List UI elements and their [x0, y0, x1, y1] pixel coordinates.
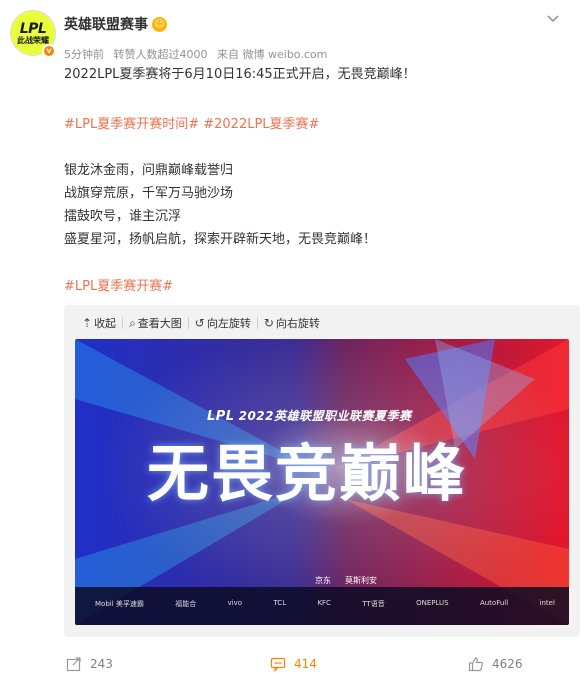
closing-hashtag-link[interactable]: #LPL夏季赛开赛# [64, 278, 173, 296]
repost-button[interactable]: 243 [66, 656, 113, 672]
poster-slogan: 无畏竞巅峰 [147, 437, 468, 510]
comment-count: 414 [294, 657, 317, 671]
rotate-left-button[interactable]: ↺ 向左旋转 [195, 315, 251, 331]
hashtag-links[interactable]: #LPL夏季赛开赛时间# #2022LPL夏季赛# [64, 116, 319, 134]
media-toolbar: ⇡ 收起 ⌕ 查看大图 ↺ 向左旋转 ↻ 向右旋转 [82, 315, 320, 331]
post-time[interactable]: 5分钟前 [64, 48, 104, 61]
toolbar-divider [256, 317, 258, 329]
chevron-down-icon [547, 15, 559, 23]
rotate-right-icon: ↻ [263, 316, 274, 330]
rotate-left-label: 向左旋转 [206, 317, 251, 330]
collapse-icon: ⇡ [82, 316, 93, 330]
media-viewer: ⇡ 收起 ⌕ 查看大图 ↺ 向左旋转 ↻ 向右旋转 LPL 2022英雄联盟职业… [64, 305, 580, 637]
sponsor-item: TT语音 [362, 600, 385, 608]
sponsor-item: AutoFull [479, 599, 509, 607]
post-meta: 5分钟前 转赞人数超过4000 来自 微博 weibo.com [64, 46, 333, 62]
comment-icon [270, 657, 286, 672]
poster-event-line: LPL 2022英雄联盟职业联赛夏季赛 [207, 407, 412, 424]
fan-badge-icon[interactable]: ☺ [152, 16, 167, 32]
poem-line-4: 盛夏星河，扬帆启航，探索开辟新天地，无畏竞巅峰！ [64, 232, 377, 247]
post-action-bar: 243 414 4626 [0, 650, 584, 680]
rotate-right-label: 向右旋转 [275, 317, 320, 330]
weibo-post-card: LPL 此战荣耀 v 英雄联盟赛事 ☺ 5分钟前 转赞人数超过4000 来自 微… [0, 0, 584, 689]
repost-icon [66, 657, 81, 672]
view-large-label: 查看大图 [137, 317, 182, 330]
avatar-logo-text: LPL [19, 20, 47, 37]
toolbar-divider [122, 317, 124, 329]
poem-line-1: 银龙沐金雨，问鼎巅峰载誉归 [64, 163, 234, 178]
avatar-subtext: 此战荣耀 [17, 35, 49, 45]
post-headline: 2022LPL夏季赛将于6月10日16:45正式开启，无畏竞巅峰！ [64, 67, 416, 82]
poster-sponsor-top: 京东 莫斯利安 [315, 575, 377, 586]
sponsor-item: 福能合 [175, 600, 197, 608]
verified-icon: v [42, 44, 56, 58]
poster-event-text: 2022英雄联盟职业联赛夏季赛 [238, 409, 412, 423]
thumbs-up-icon [468, 657, 483, 672]
zoom-icon: ⌕ [129, 315, 136, 330]
sponsor-item: vivo [227, 599, 243, 607]
sponsor-item: TCL [273, 599, 287, 607]
repost-count: 243 [90, 657, 113, 671]
more-options-button[interactable] [544, 12, 562, 26]
like-button[interactable]: 4626 [468, 656, 523, 672]
author-name[interactable]: 英雄联盟赛事 [64, 14, 148, 34]
rotate-right-button[interactable]: ↻ 向右旋转 [264, 315, 320, 331]
post-source[interactable]: 来自 微博 weibo.com [217, 48, 327, 61]
sponsor-item: ONEPLUS [416, 599, 449, 607]
toolbar-divider [187, 317, 189, 329]
sponsor-item: intel [539, 599, 555, 607]
collapse-button[interactable]: ⇡ 收起 [82, 315, 116, 331]
collapse-label: 收起 [94, 317, 117, 330]
sponsor-mosi: 莫斯利安 [345, 576, 377, 585]
view-large-button[interactable]: ⌕ 查看大图 [129, 315, 182, 331]
sponsor-item: KFC [317, 599, 331, 607]
rotate-left-icon: ↺ [194, 316, 205, 330]
sponsor-jd: 京东 [315, 576, 331, 585]
like-count: 4626 [492, 657, 523, 671]
sponsor-item: Mobil 美孚速霸 [95, 600, 144, 608]
repost-info: 转赞人数超过4000 [113, 48, 208, 61]
author-row: 英雄联盟赛事 ☺ [64, 14, 167, 34]
comment-button[interactable]: 414 [270, 656, 317, 672]
poster-image[interactable]: LPL 2022英雄联盟职业联赛夏季赛 无畏竞巅峰 京东 莫斯利安 Mobil 美… [75, 339, 569, 625]
poem-line-3: 擂鼓吹号，谁主沉浮 [64, 209, 182, 224]
poem-line-2: 战旗穿荒原，千军万马驰沙场 [64, 186, 234, 201]
poster-brand: LPL [207, 409, 235, 424]
poster-sponsor-strip: Mobil 美孚速霸 福能合 vivo TCL KFC TT语音 ONEPLUS… [95, 599, 555, 609]
